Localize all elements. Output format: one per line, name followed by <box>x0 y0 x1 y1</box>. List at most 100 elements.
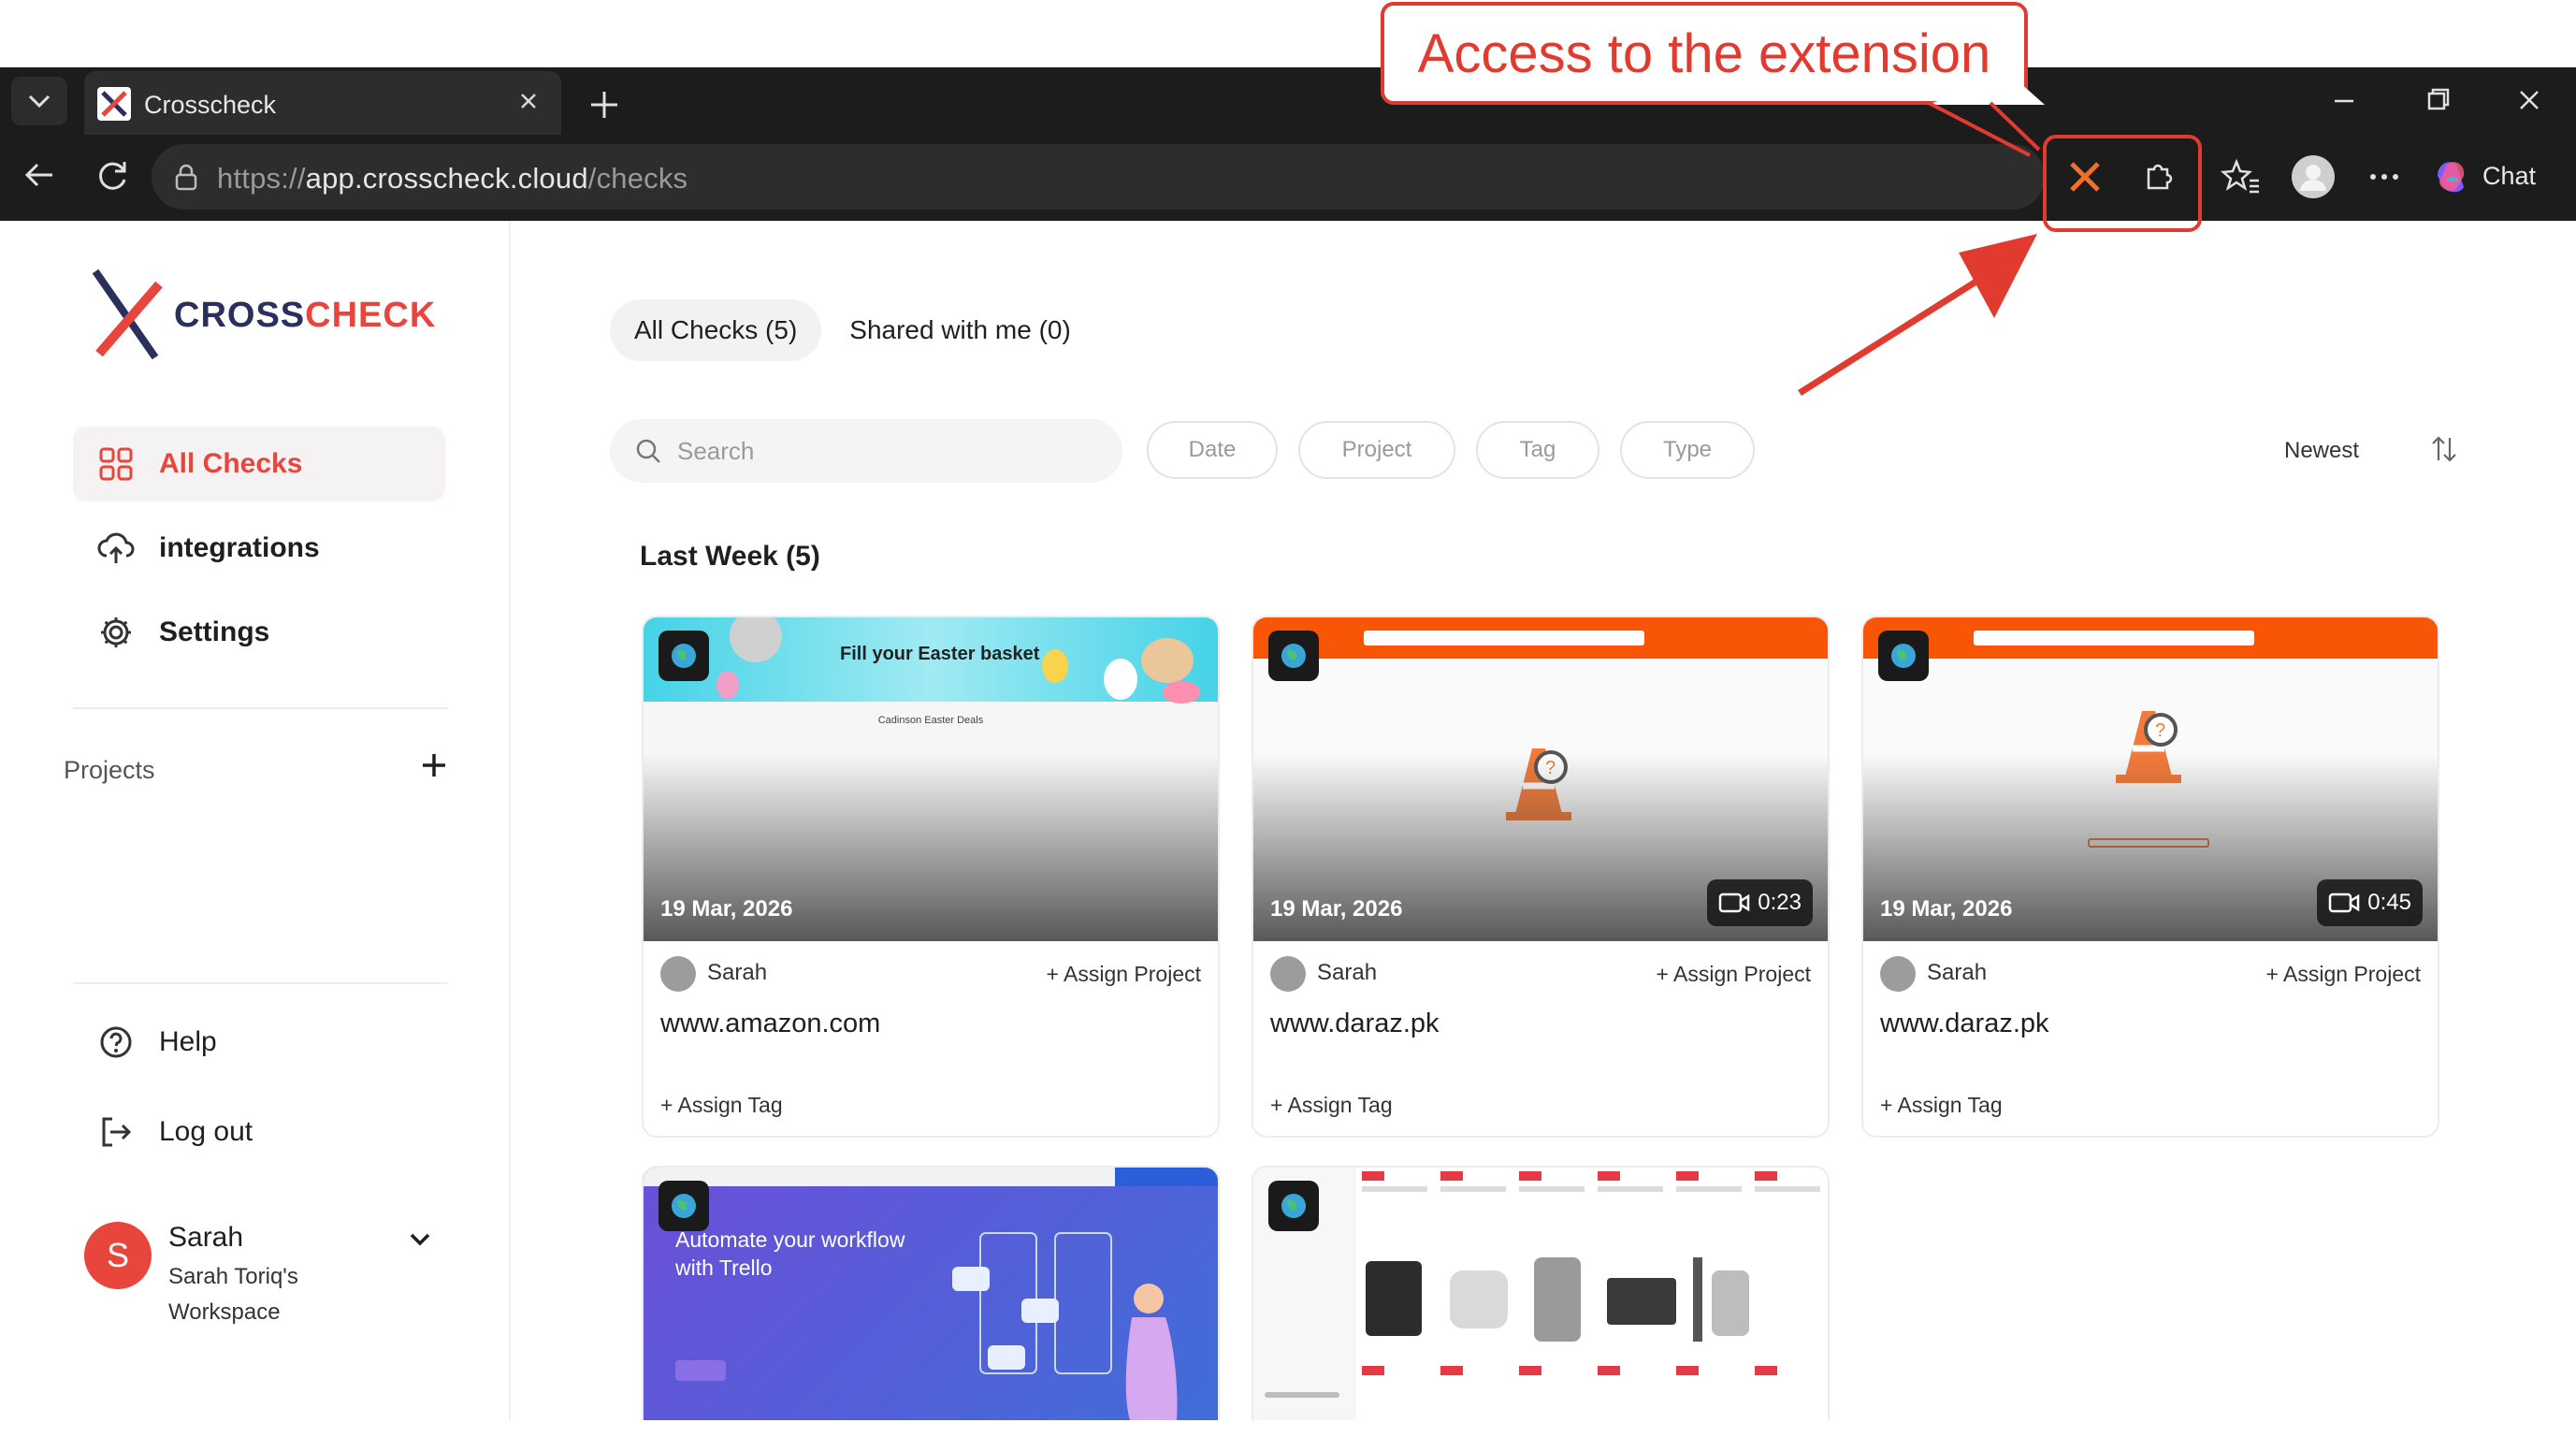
thumbnail-title: Automate your workflow with Trello <box>675 1227 905 1280</box>
tab-all-checks[interactable]: All Checks (5) <box>610 299 822 361</box>
more-options-icon[interactable] <box>2357 150 2411 204</box>
new-tab-icon[interactable] <box>582 82 627 127</box>
author-avatar <box>660 956 696 992</box>
add-project-icon[interactable] <box>417 748 451 782</box>
search-input[interactable]: Search <box>610 419 1122 483</box>
svg-text:?: ? <box>2155 720 2165 741</box>
video-camera-icon <box>1719 893 1750 913</box>
thumbnail-subtext: Cadinson Easter Deals <box>877 715 984 726</box>
check-card[interactable]: Automate your workflow with Trello <box>642 1166 1220 1420</box>
tab-shared-with-me[interactable]: Shared with me (0) <box>825 299 1095 361</box>
annotation-callout: Access to the extension <box>1381 2 2028 105</box>
projects-label: Projects <box>64 756 155 784</box>
search-icon <box>636 439 660 463</box>
chevron-down-icon[interactable] <box>404 1224 436 1256</box>
help-icon <box>97 1023 135 1061</box>
main-content: All Checks (5) Shared with me (0) Search… <box>513 221 2569 1420</box>
globe-icon <box>1268 631 1319 681</box>
filter-type[interactable]: Type <box>1620 421 1755 479</box>
sidebar-item-logout[interactable]: Log out <box>73 1095 445 1169</box>
logout-icon <box>97 1113 135 1151</box>
sidebar-item-label: Settings <box>159 617 270 647</box>
favorites-icon[interactable] <box>2213 150 2267 204</box>
assign-project-button[interactable]: + Assign Project <box>2265 962 2421 987</box>
check-thumbnail[interactable]: ? 19 Mar, 2026 0:45 <box>1863 617 2438 941</box>
check-card[interactable]: Fill your Easter basket Cadinson Easter … <box>642 616 1220 1138</box>
sidebar-divider <box>73 982 447 984</box>
video-duration: 0:45 <box>2367 890 2411 915</box>
video-camera-icon <box>2329 893 2360 913</box>
reload-icon[interactable] <box>90 152 137 198</box>
close-window-icon[interactable] <box>2507 82 2552 120</box>
author-avatar <box>1270 956 1306 992</box>
chat-label: Chat <box>2482 161 2537 190</box>
check-domain[interactable]: www.daraz.pk <box>1270 1009 1440 1039</box>
section-title: Last Week (5) <box>640 541 820 572</box>
trello-board-art-icon <box>952 1232 1178 1420</box>
assign-project-button[interactable]: + Assign Project <box>1046 962 1201 987</box>
annotation-highlight-box <box>2043 135 2202 232</box>
user-avatar[interactable]: S <box>84 1222 152 1289</box>
assign-project-button[interactable]: + Assign Project <box>1656 962 1811 987</box>
video-duration: 0:23 <box>1758 890 1802 915</box>
sidebar-item-integrations[interactable]: integrations <box>73 511 445 586</box>
assign-tag-button[interactable]: + Assign Tag <box>1270 1093 1393 1118</box>
sort-dropdown[interactable]: Newest <box>2284 438 2359 464</box>
logo-text-cross: CROSS <box>174 296 306 335</box>
check-card[interactable]: ? 19 Mar, 2026 0:45 Sarah + Assign Proje… <box>1861 616 2439 1138</box>
url-scheme: https:// <box>217 162 306 195</box>
globe-icon <box>1878 631 1929 681</box>
tab-title: Crosscheck <box>144 91 277 119</box>
check-domain[interactable]: www.daraz.pk <box>1880 1009 2049 1039</box>
url-text: https://app.crosscheck.cloud/checks <box>217 162 687 196</box>
check-card[interactable]: ? 19 Mar, 2026 0:23 Sarah + Assign Proje… <box>1252 616 1830 1138</box>
filter-date[interactable]: Date <box>1147 421 1278 479</box>
crosscheck-logo[interactable]: CROSSCHECK <box>88 264 443 367</box>
sidebar-item-label: Log out <box>159 1116 253 1147</box>
minimize-icon[interactable] <box>2322 82 2366 120</box>
assign-tag-button[interactable]: + Assign Tag <box>1880 1093 2003 1118</box>
globe-icon <box>1268 1181 1319 1231</box>
logo-text-check: CHECK <box>305 296 437 335</box>
annotation-text: Access to the extension <box>1417 22 1991 84</box>
check-date: 19 Mar, 2026 <box>1880 896 2013 922</box>
check-date: 19 Mar, 2026 <box>660 896 793 922</box>
close-tab-icon[interactable] <box>514 87 543 115</box>
sort-icon[interactable] <box>2430 434 2458 464</box>
lock-icon <box>174 163 198 191</box>
check-thumbnail[interactable]: Fill your Easter basket Cadinson Easter … <box>644 617 1218 941</box>
url-path: /checks <box>587 162 688 195</box>
sidebar-item-all-checks[interactable]: All Checks <box>73 427 445 501</box>
video-duration-badge: 0:45 <box>2317 879 2423 926</box>
check-date: 19 Mar, 2026 <box>1270 896 1403 922</box>
sidebar-item-label: All Checks <box>159 448 303 479</box>
filter-tag[interactable]: Tag <box>1476 421 1599 479</box>
check-card[interactable] <box>1252 1166 1830 1420</box>
check-author: Sarah <box>1927 960 1988 985</box>
check-domain[interactable]: www.amazon.com <box>660 1009 880 1039</box>
check-thumbnail[interactable]: ? 19 Mar, 2026 0:23 <box>1253 617 1828 941</box>
grid-icon <box>97 445 135 483</box>
sidebar-item-label: integrations <box>159 532 320 563</box>
sidebar-item-help[interactable]: Help <box>73 1005 445 1080</box>
tab-bar: Crosscheck <box>0 67 2576 135</box>
browser-tab[interactable]: Crosscheck <box>84 71 561 135</box>
cloud-upload-icon <box>97 530 135 567</box>
chevron-down-icon <box>28 94 51 109</box>
user-name: Sarah <box>168 1222 244 1253</box>
check-thumbnail[interactable]: Automate your workflow with Trello <box>644 1168 1218 1420</box>
workspace-name: Sarah Toriq's Workspace <box>168 1264 298 1325</box>
restore-icon[interactable] <box>2415 82 2460 120</box>
filter-project[interactable]: Project <box>1298 421 1455 479</box>
author-avatar <box>1880 956 1916 992</box>
copilot-chat-button[interactable]: Chat <box>2428 148 2536 204</box>
profile-avatar-icon[interactable] <box>2286 150 2340 204</box>
video-duration-badge: 0:23 <box>1707 879 1813 926</box>
sidebar-item-settings[interactable]: Settings <box>73 595 445 670</box>
back-icon[interactable] <box>17 152 64 198</box>
check-thumbnail[interactable] <box>1253 1168 1828 1420</box>
tab-actions-button[interactable] <box>11 77 67 125</box>
sidebar-item-label: Help <box>159 1026 217 1057</box>
assign-tag-button[interactable]: + Assign Tag <box>660 1093 783 1118</box>
url-field[interactable]: https://app.crosscheck.cloud/checks <box>152 144 2045 210</box>
